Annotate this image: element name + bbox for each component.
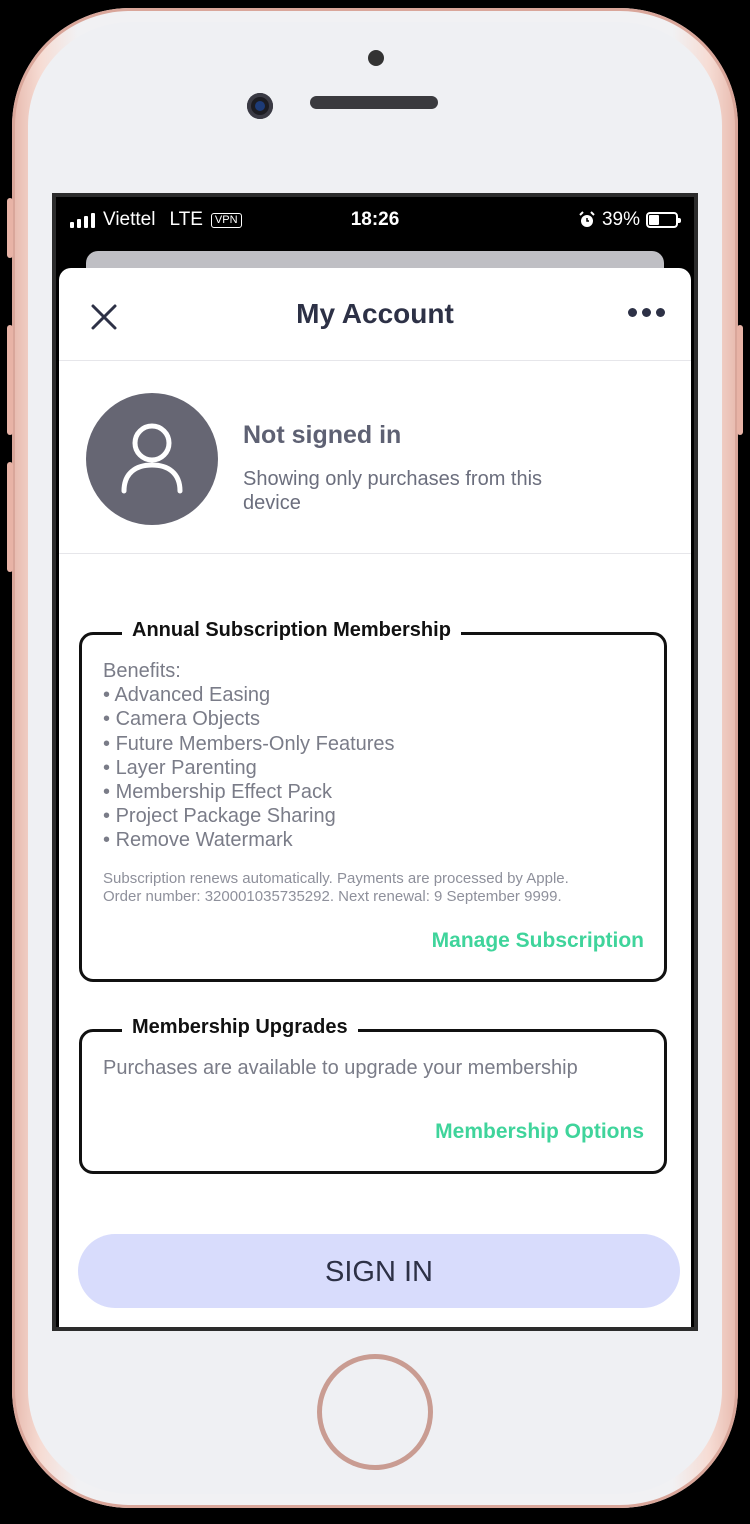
- upgrades-title: Membership Upgrades: [122, 1016, 358, 1039]
- page-title: My Account: [296, 298, 454, 329]
- upgrades-box: Membership Upgrades Purchases are availa…: [79, 1016, 667, 1174]
- power-button: [737, 325, 743, 435]
- benefit-item: Layer Parenting: [103, 756, 395, 780]
- battery-icon: [646, 212, 681, 228]
- sheet-header: My Account: [59, 268, 691, 361]
- silent-switch: [7, 198, 13, 258]
- benefits-heading: Benefits:: [103, 660, 181, 682]
- earpiece-speaker: [310, 96, 438, 109]
- sign-in-status: Not signed in: [243, 421, 402, 449]
- avatar: [86, 393, 218, 525]
- benefit-item: Project Package Sharing: [103, 804, 395, 828]
- sign-in-button[interactable]: SIGN IN: [78, 1234, 680, 1308]
- status-right: 39%: [578, 209, 681, 231]
- benefits-list: Benefits: Advanced Easing Camera Objects…: [103, 659, 395, 853]
- membership-options-link[interactable]: Membership Options: [435, 1120, 644, 1144]
- alarm-icon: [579, 211, 595, 227]
- volume-down-button: [7, 462, 13, 572]
- subscription-title: Annual Subscription Membership: [122, 619, 461, 642]
- fine-print-renewal: Subscription renews automatically. Payme…: [103, 870, 569, 887]
- user-icon: [121, 423, 183, 494]
- proximity-sensor: [368, 50, 384, 66]
- benefit-item: Camera Objects: [103, 707, 395, 731]
- benefit-item: Future Members-Only Features: [103, 732, 395, 756]
- subscription-fine-print: Subscription renews automatically. Payme…: [103, 870, 663, 906]
- fine-print-order: Order number: 320001035735292. Next rene…: [103, 888, 562, 905]
- profile-section: Not signed in Showing only purchases fro…: [59, 361, 691, 554]
- status-bar: Viettel LTE VPN 18:26 39%: [56, 197, 694, 247]
- account-sheet: My Account Not signed in Showing only pu…: [59, 268, 691, 1327]
- benefit-item: Membership Effect Pack: [103, 780, 395, 804]
- benefit-item: Advanced Easing: [103, 683, 395, 707]
- front-camera: [247, 93, 273, 119]
- screen: Viettel LTE VPN 18:26 39% My Account Not…: [52, 193, 698, 1331]
- subscription-box: Annual Subscription Membership Benefits:…: [79, 619, 667, 982]
- manage-subscription-link[interactable]: Manage Subscription: [432, 929, 644, 953]
- sign-in-subtitle: Showing only purchases from this device: [243, 468, 543, 514]
- benefit-item: Remove Watermark: [103, 828, 395, 852]
- volume-up-button: [7, 325, 13, 435]
- battery-percent: 39%: [601, 209, 640, 230]
- home-button[interactable]: [317, 1354, 433, 1470]
- more-icon[interactable]: [628, 308, 665, 317]
- upgrades-description: Purchases are available to upgrade your …: [103, 1057, 578, 1079]
